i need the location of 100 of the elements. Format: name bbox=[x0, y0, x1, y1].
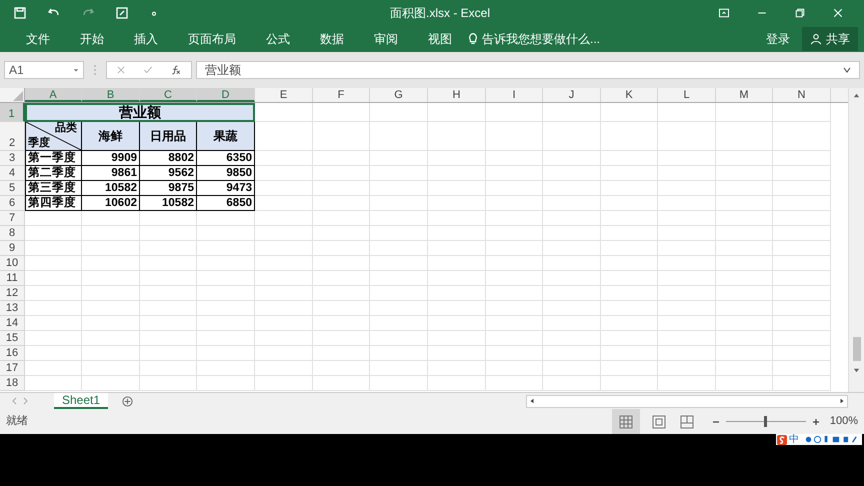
row-header[interactable]: 3 bbox=[0, 151, 25, 166]
empty-cell[interactable] bbox=[197, 301, 255, 316]
empty-cell[interactable] bbox=[370, 256, 428, 271]
empty-cell[interactable] bbox=[140, 286, 197, 301]
row-header[interactable]: 18 bbox=[0, 376, 25, 391]
empty-cell[interactable] bbox=[140, 211, 197, 226]
empty-cell[interactable] bbox=[370, 241, 428, 256]
empty-cell[interactable] bbox=[370, 103, 428, 122]
column-header[interactable]: D bbox=[197, 88, 255, 102]
empty-cell[interactable] bbox=[255, 361, 313, 376]
empty-cell[interactable] bbox=[543, 346, 601, 361]
ime-logo-icon[interactable] bbox=[777, 434, 787, 444]
empty-cell[interactable] bbox=[428, 181, 486, 196]
empty-cell[interactable] bbox=[370, 301, 428, 316]
row-header[interactable]: 16 bbox=[0, 346, 25, 361]
empty-cell[interactable] bbox=[82, 346, 140, 361]
empty-cell[interactable] bbox=[486, 181, 543, 196]
empty-cell[interactable] bbox=[140, 241, 197, 256]
empty-cell[interactable] bbox=[82, 286, 140, 301]
empty-cell[interactable] bbox=[658, 181, 716, 196]
table-cell[interactable]: 6850 bbox=[197, 196, 255, 211]
empty-cell[interactable] bbox=[255, 181, 313, 196]
empty-cell[interactable] bbox=[255, 151, 313, 166]
cancel-icon[interactable] bbox=[116, 65, 126, 75]
row-header[interactable]: 9 bbox=[0, 241, 25, 256]
empty-cell[interactable] bbox=[543, 151, 601, 166]
empty-cell[interactable] bbox=[313, 316, 370, 331]
empty-cell[interactable] bbox=[428, 241, 486, 256]
empty-cell[interactable] bbox=[313, 103, 370, 122]
empty-cell[interactable] bbox=[543, 196, 601, 211]
empty-cell[interactable] bbox=[82, 376, 140, 391]
empty-cell[interactable] bbox=[601, 103, 658, 122]
empty-cell[interactable] bbox=[716, 316, 773, 331]
empty-cell[interactable] bbox=[601, 271, 658, 286]
column-header[interactable]: I bbox=[486, 88, 543, 102]
empty-cell[interactable] bbox=[543, 181, 601, 196]
empty-cell[interactable] bbox=[543, 226, 601, 241]
empty-cell[interactable] bbox=[197, 316, 255, 331]
empty-cell[interactable] bbox=[658, 103, 716, 122]
table-cell[interactable]: 9473 bbox=[197, 181, 255, 196]
empty-cell[interactable] bbox=[486, 226, 543, 241]
empty-cell[interactable] bbox=[197, 346, 255, 361]
header-cell[interactable]: 海鲜 bbox=[82, 122, 140, 151]
empty-cell[interactable] bbox=[486, 256, 543, 271]
empty-cell[interactable] bbox=[370, 286, 428, 301]
empty-cell[interactable] bbox=[773, 211, 831, 226]
empty-cell[interactable] bbox=[601, 286, 658, 301]
ime-mode[interactable]: 中 bbox=[789, 434, 799, 444]
empty-cell[interactable] bbox=[370, 181, 428, 196]
empty-cell[interactable] bbox=[82, 331, 140, 346]
save-icon[interactable] bbox=[12, 4, 28, 20]
empty-cell[interactable] bbox=[716, 103, 773, 122]
empty-cell[interactable] bbox=[543, 211, 601, 226]
empty-cell[interactable] bbox=[428, 103, 486, 122]
empty-cell[interactable] bbox=[255, 211, 313, 226]
empty-cell[interactable] bbox=[773, 331, 831, 346]
empty-cell[interactable] bbox=[601, 241, 658, 256]
table-cell[interactable]: 6350 bbox=[197, 151, 255, 166]
empty-cell[interactable] bbox=[82, 361, 140, 376]
empty-cell[interactable] bbox=[313, 211, 370, 226]
empty-cell[interactable] bbox=[313, 241, 370, 256]
empty-cell[interactable] bbox=[255, 256, 313, 271]
empty-cell[interactable] bbox=[428, 316, 486, 331]
empty-cell[interactable] bbox=[428, 151, 486, 166]
empty-cell[interactable] bbox=[140, 256, 197, 271]
empty-cell[interactable] bbox=[428, 256, 486, 271]
table-cell[interactable]: 9562 bbox=[140, 166, 197, 181]
empty-cell[interactable] bbox=[543, 271, 601, 286]
empty-cell[interactable] bbox=[773, 316, 831, 331]
empty-cell[interactable] bbox=[543, 331, 601, 346]
empty-cell[interactable] bbox=[255, 346, 313, 361]
empty-cell[interactable] bbox=[313, 166, 370, 181]
ribbon-tab[interactable]: 页面布局 bbox=[178, 25, 246, 52]
empty-cell[interactable] bbox=[658, 211, 716, 226]
column-header[interactable]: J bbox=[543, 88, 601, 102]
row-header[interactable]: 1 bbox=[0, 103, 25, 122]
empty-cell[interactable] bbox=[140, 271, 197, 286]
row-header[interactable]: 15 bbox=[0, 331, 25, 346]
empty-cell[interactable] bbox=[313, 286, 370, 301]
empty-cell[interactable] bbox=[197, 271, 255, 286]
ribbon-display-icon[interactable] bbox=[718, 6, 730, 18]
row-header[interactable]: 5 bbox=[0, 181, 25, 196]
empty-cell[interactable] bbox=[601, 181, 658, 196]
empty-cell[interactable] bbox=[82, 226, 140, 241]
column-header[interactable]: G bbox=[370, 88, 428, 102]
table-cell[interactable]: 10582 bbox=[82, 181, 140, 196]
corner-header-cell[interactable]: 品类 季度 bbox=[25, 122, 82, 151]
column-header[interactable]: F bbox=[313, 88, 370, 102]
tell-me-field[interactable]: 告诉我您想要做什么... bbox=[482, 30, 622, 48]
empty-cell[interactable] bbox=[716, 211, 773, 226]
empty-cell[interactable] bbox=[716, 241, 773, 256]
scroll-up-icon[interactable] bbox=[853, 92, 860, 99]
table-cell[interactable]: 9875 bbox=[140, 181, 197, 196]
row-header[interactable]: 4 bbox=[0, 166, 25, 181]
empty-cell[interactable] bbox=[543, 316, 601, 331]
empty-cell[interactable] bbox=[543, 376, 601, 391]
scroll-thumb[interactable] bbox=[852, 337, 860, 361]
page-layout-icon[interactable] bbox=[652, 414, 666, 428]
empty-cell[interactable] bbox=[428, 286, 486, 301]
empty-cell[interactable] bbox=[428, 376, 486, 391]
